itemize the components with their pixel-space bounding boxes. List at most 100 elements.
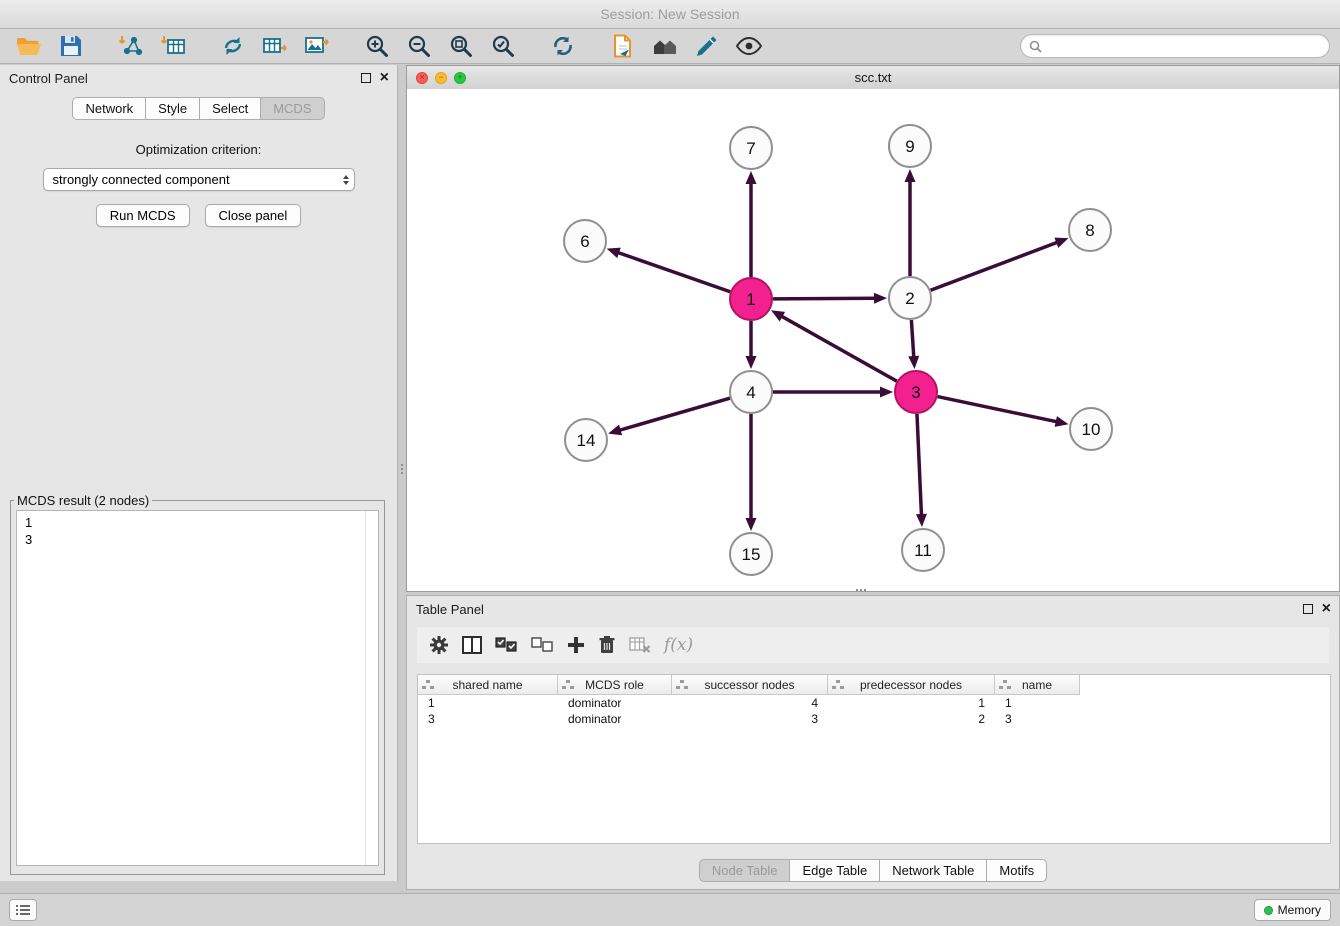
window-close-icon[interactable]: ×	[416, 72, 428, 84]
window-zoom-icon[interactable]: +	[454, 72, 466, 84]
column-header-label: shared name	[452, 678, 522, 692]
edge-1-2[interactable]	[773, 298, 876, 299]
zoom-in-button[interactable]	[358, 31, 396, 61]
import-network-button[interactable]	[112, 31, 150, 61]
table-cell[interactable]: dominator	[558, 696, 672, 710]
edge-arrowhead	[908, 356, 919, 369]
table-settings-button[interactable]	[429, 635, 449, 655]
table-header-row: shared name MCDS role successor nodes prede…	[418, 675, 1330, 695]
tab-style[interactable]: Style	[145, 97, 200, 120]
column-header-MCDS-role[interactable]: MCDS role	[558, 675, 672, 695]
magnifier-minus-icon	[407, 34, 431, 58]
table-row[interactable]: 3dominator323	[418, 711, 1330, 727]
column-tree-icon	[562, 680, 574, 690]
mcds-result-title: MCDS result (2 nodes)	[14, 493, 152, 508]
float-table-panel-icon[interactable]	[1303, 604, 1313, 614]
delete-table-button[interactable]	[629, 636, 651, 654]
search-field[interactable]	[1020, 34, 1330, 58]
edge-1-6[interactable]	[617, 252, 730, 292]
column-header-name[interactable]: name	[995, 675, 1080, 695]
zoom-out-button[interactable]	[400, 31, 438, 61]
show-hide-button[interactable]	[730, 31, 768, 61]
show-panels-button[interactable]	[9, 899, 37, 921]
export-table-button[interactable]	[256, 31, 294, 61]
delete-column-button[interactable]	[598, 635, 616, 655]
apply-layout-button[interactable]	[214, 31, 252, 61]
control-panel-tabs: NetworkStyleSelectMCDS	[0, 97, 397, 120]
show-columns-button[interactable]	[462, 636, 482, 654]
layout-arrows-icon	[221, 34, 245, 58]
zoom-selected-button[interactable]	[484, 31, 522, 61]
tab-motifs[interactable]: Motifs	[986, 859, 1047, 882]
close-panel-icon[interactable]: ×	[380, 70, 389, 86]
unchecked-boxes-icon	[531, 637, 554, 653]
column-header-shared-name[interactable]: shared name	[418, 675, 558, 695]
refresh-icon	[551, 34, 575, 58]
zoom-fit-button[interactable]	[442, 31, 480, 61]
network-canvas[interactable]: 7968124314101511	[407, 89, 1339, 591]
tab-node-table[interactable]: Node Table	[699, 859, 791, 882]
table-cell[interactable]: 3	[672, 712, 828, 726]
document-share-icon	[612, 34, 634, 58]
table-cell[interactable]: dominator	[558, 712, 672, 726]
table-cell[interactable]: 1	[828, 696, 995, 710]
share-document-button[interactable]	[604, 31, 642, 61]
table-row[interactable]: 1dominator411	[418, 695, 1330, 711]
edge-2-3[interactable]	[911, 320, 913, 358]
network-graph[interactable]: 7968124314101511	[407, 89, 1339, 591]
table-cell[interactable]: 1	[418, 696, 558, 710]
graph-node-label-10: 10	[1082, 420, 1101, 439]
column-header-label: predecessor nodes	[860, 678, 962, 692]
horizontal-splitter-handle[interactable]	[856, 589, 858, 591]
status-bar: Memory	[0, 893, 1340, 926]
tab-edge-table[interactable]: Edge Table	[789, 859, 880, 882]
close-panel-button[interactable]: Close panel	[205, 204, 302, 227]
vertical-splitter-handle[interactable]	[401, 464, 403, 466]
refresh-network-button[interactable]	[544, 31, 582, 61]
graph-node-label-7: 7	[746, 139, 755, 158]
homes-icon	[652, 36, 678, 56]
run-mcds-button[interactable]: Run MCDS	[96, 204, 190, 227]
tab-network[interactable]: Network	[72, 97, 146, 120]
mcds-result-item[interactable]: 1	[25, 514, 370, 531]
save-session-button[interactable]	[52, 31, 90, 61]
mcds-result-list[interactable]: 13	[16, 510, 379, 866]
network-window-titlebar[interactable]: × − + scc.txt	[407, 66, 1339, 90]
table-cell[interactable]: 1	[995, 696, 1080, 710]
edge-2-8[interactable]	[931, 242, 1059, 290]
trash-icon	[598, 635, 616, 655]
list-icon	[15, 904, 31, 916]
search-input[interactable]	[1048, 38, 1321, 55]
table-cell[interactable]: 3	[995, 712, 1080, 726]
style-brush-button[interactable]	[688, 31, 726, 61]
select-all-columns-button[interactable]	[495, 637, 518, 653]
homes-button[interactable]	[646, 31, 684, 61]
edge-3-11[interactable]	[917, 414, 922, 516]
column-header-predecessor-nodes[interactable]: predecessor nodes	[828, 675, 995, 695]
deselect-all-columns-button[interactable]	[531, 637, 554, 653]
tab-network-table[interactable]: Network Table	[879, 859, 987, 882]
float-panel-icon[interactable]	[361, 73, 371, 83]
checked-boxes-icon	[495, 637, 518, 653]
criterion-dropdown[interactable]: strongly connected component	[43, 168, 355, 191]
add-column-button[interactable]	[567, 636, 585, 654]
table-cell[interactable]: 3	[418, 712, 558, 726]
search-icon	[1029, 40, 1042, 53]
edge-3-1[interactable]	[781, 316, 897, 382]
column-header-label: successor nodes	[704, 678, 794, 692]
table-cell[interactable]: 2	[828, 712, 995, 726]
tab-select[interactable]: Select	[199, 97, 261, 120]
edge-3-10[interactable]	[938, 397, 1058, 422]
window-minimize-icon[interactable]: −	[435, 72, 447, 84]
tab-mcds[interactable]: MCDS	[260, 97, 324, 120]
import-table-button[interactable]	[154, 31, 192, 61]
export-image-button[interactable]	[298, 31, 336, 61]
function-builder-button[interactable]: f(x)	[664, 635, 693, 655]
table-cell[interactable]: 4	[672, 696, 828, 710]
open-session-button[interactable]	[10, 31, 48, 61]
column-header-successor-nodes[interactable]: successor nodes	[672, 675, 828, 695]
edge-4-14[interactable]	[619, 398, 730, 430]
close-table-panel-icon[interactable]: ×	[1322, 601, 1331, 617]
memory-button[interactable]: Memory	[1254, 899, 1331, 921]
mcds-result-item[interactable]: 3	[25, 531, 370, 548]
